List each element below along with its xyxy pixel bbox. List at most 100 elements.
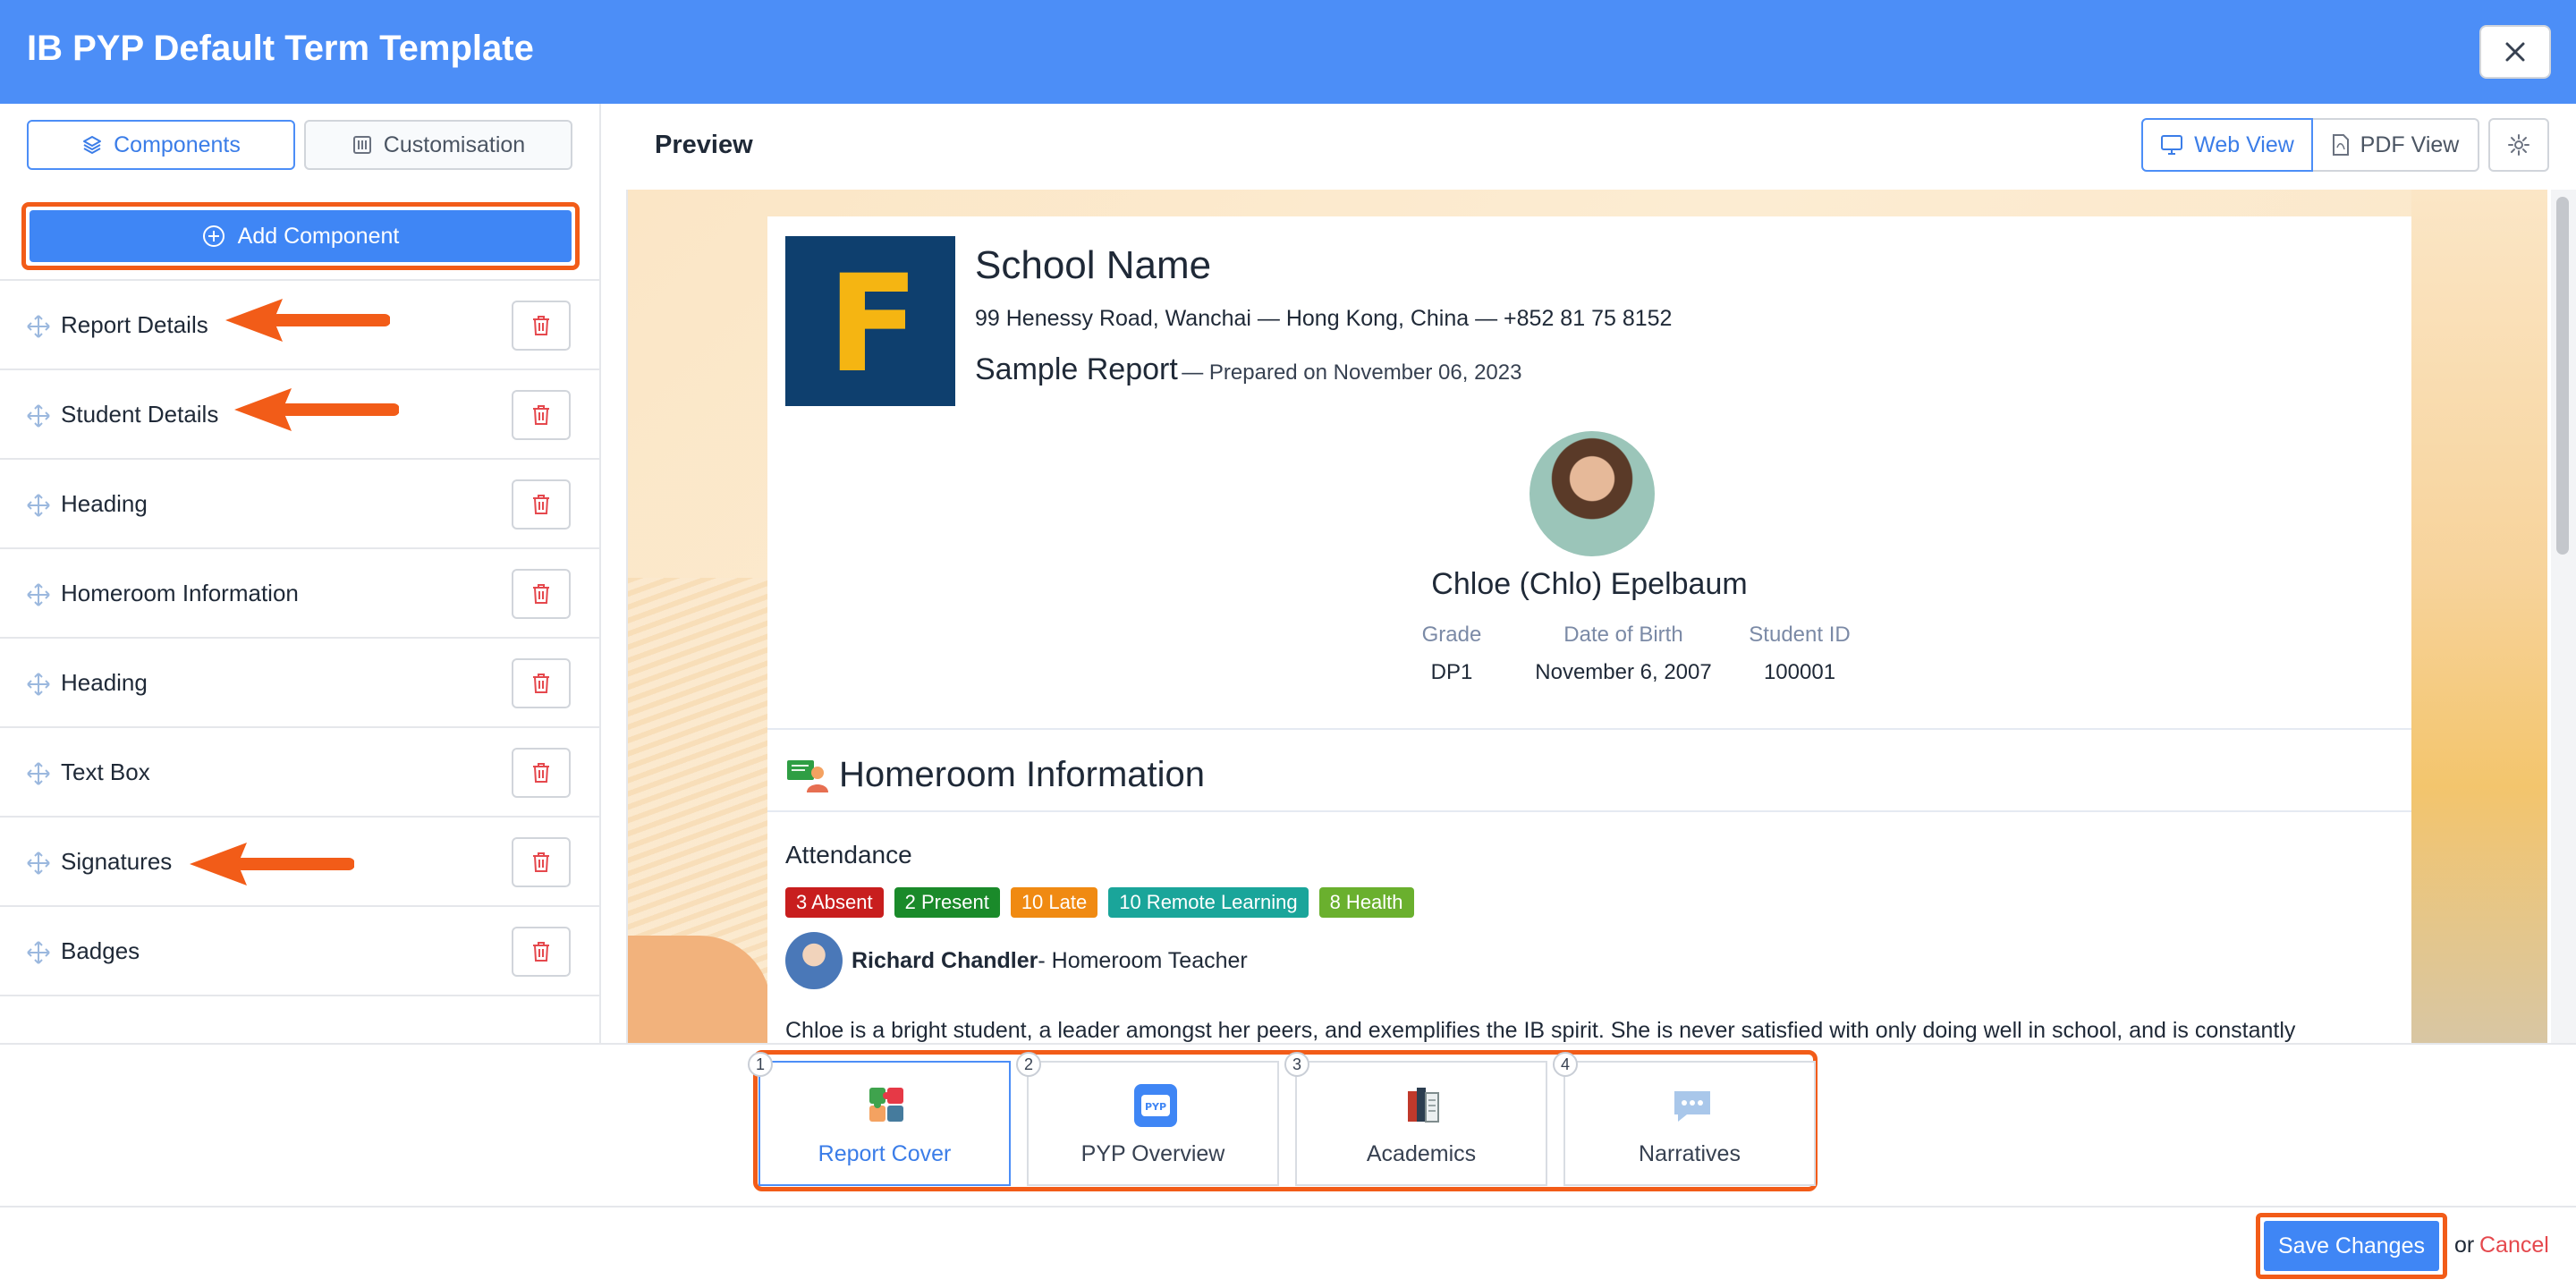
drag-handle-icon[interactable] (25, 313, 52, 340)
pdf-file-icon (2332, 134, 2349, 156)
delete-button[interactable] (512, 569, 571, 619)
school-name: School Name (975, 243, 1212, 287)
list-item[interactable]: Badges (0, 907, 599, 996)
drag-handle-icon[interactable] (25, 402, 52, 429)
speech-bubble-icon (1674, 1091, 1710, 1122)
section-divider (767, 810, 2411, 812)
report-title: Sample Report (975, 352, 1178, 386)
attendance-badge: 10 Late (1010, 887, 1098, 918)
page-tab-academics[interactable]: 3 Academics (1284, 1052, 1547, 1186)
teacher-line: Richard Chandler- Homeroom Teacher (785, 932, 1248, 989)
books-icon (1408, 1088, 1439, 1123)
teacher-board-icon (787, 759, 828, 792)
drag-handle-icon[interactable] (25, 760, 52, 787)
trash-icon (533, 763, 549, 783)
school-logo: F (785, 236, 955, 406)
page-number: 2 (1016, 1052, 1041, 1077)
page-tab-narratives[interactable]: 4 Narratives (1553, 1052, 1816, 1186)
page-tab-report-cover[interactable]: 1 Report Cover (748, 1052, 1011, 1186)
list-item[interactable]: Text Box (0, 728, 599, 818)
homeroom-heading: Homeroom Information (785, 755, 1205, 795)
page-number: 3 (1284, 1052, 1309, 1077)
preview-settings-button[interactable] (2488, 118, 2549, 172)
component-label: Text Box (61, 758, 150, 785)
list-item[interactable]: Heading (0, 639, 599, 728)
drag-handle-icon[interactable] (25, 939, 52, 966)
preview-title: Preview (655, 131, 753, 159)
delete-button[interactable] (512, 390, 571, 440)
page-tab-label: Narratives (1639, 1141, 1741, 1166)
layers-icon (83, 136, 102, 154)
grade-value: DP1 (1430, 660, 1473, 684)
component-label: Heading (61, 669, 148, 696)
save-changes-button[interactable]: Save Changes (2264, 1221, 2439, 1271)
student-avatar (1530, 431, 1655, 556)
page-tab-label: Report Cover (818, 1141, 952, 1166)
cancel-link[interactable]: Cancel (2479, 1233, 2549, 1258)
components-sidebar: Components Customisation Add Component R… (0, 104, 601, 1043)
annotation-arrow-icon (190, 843, 354, 886)
teacher-name: Richard Chandler (852, 947, 1038, 973)
modal-header: IB PYP Default Term Template (0, 0, 2576, 104)
delete-button[interactable] (512, 748, 571, 798)
delete-button[interactable] (512, 927, 571, 977)
report-preview[interactable]: F School Name 99 Henessy Road, Wanchai —… (626, 190, 2547, 1043)
dob-value: November 6, 2007 (1535, 660, 1712, 684)
drag-handle-icon[interactable] (25, 850, 52, 877)
component-label: Badges (61, 937, 140, 964)
report-page: F School Name 99 Henessy Road, Wanchai —… (767, 216, 2411, 1043)
background-decoration (2411, 190, 2547, 1043)
component-label: Student Details (61, 401, 219, 428)
close-button[interactable] (2479, 25, 2551, 79)
add-component-button[interactable]: Add Component (30, 210, 572, 262)
gear-icon (2508, 134, 2529, 156)
tab-customisation-label: Customisation (383, 131, 526, 157)
page-tab-pyp-overview[interactable]: 2 PYP PYP Overview (1016, 1052, 1279, 1186)
section-divider (767, 728, 2411, 730)
web-view-button[interactable]: Web View (2141, 118, 2313, 172)
page-number: 1 (748, 1052, 773, 1077)
attendance-badge: 2 Present (894, 887, 1000, 918)
page-tab-label: PYP Overview (1080, 1141, 1225, 1166)
report-title-line: Sample Report — Prepared on November 06,… (975, 352, 1521, 387)
attendance-badge: 8 Health (1318, 887, 1414, 918)
component-label: Homeroom Information (61, 580, 299, 606)
attendance-badges: 3 Absent 2 Present 10 Late 10 Remote Lea… (785, 887, 1414, 918)
student-id-label: Student ID (1749, 623, 1851, 647)
drag-handle-icon[interactable] (25, 671, 52, 698)
dob-label: Date of Birth (1563, 623, 1683, 647)
page-tab-label: Academics (1366, 1141, 1477, 1166)
attendance-badge: 3 Absent (785, 887, 884, 918)
teacher-role: - Homeroom Teacher (1038, 947, 1248, 973)
tab-components[interactable]: Components (27, 120, 295, 170)
trash-icon (533, 405, 549, 425)
component-label: Signatures (61, 848, 173, 875)
teacher-avatar (785, 932, 843, 989)
delete-button[interactable] (512, 658, 571, 708)
student-id-value: 100001 (1763, 660, 1836, 684)
tab-customisation[interactable]: Customisation (304, 120, 572, 170)
monitor-icon (2161, 135, 2183, 155)
list-item[interactable]: Homeroom Information (0, 549, 599, 639)
svg-text:PYP: PYP (1145, 1101, 1166, 1113)
delete-button[interactable] (512, 837, 571, 887)
tab-components-label: Components (114, 131, 241, 157)
preview-scrollbar-thumb[interactable] (2556, 197, 2569, 555)
delete-button[interactable] (512, 301, 571, 351)
puzzle-icon (869, 1088, 903, 1122)
delete-button[interactable] (512, 479, 571, 530)
drag-handle-icon[interactable] (25, 492, 52, 519)
trash-icon (533, 584, 549, 604)
list-item[interactable]: Heading (0, 460, 599, 549)
trash-icon (533, 495, 549, 514)
school-address: 99 Henessy Road, Wanchai — Hong Kong, Ch… (975, 306, 1673, 331)
svg-text:F: F (827, 254, 919, 388)
close-icon (2505, 42, 2525, 62)
pdf-view-button[interactable]: PDF View (2313, 118, 2479, 172)
component-label: Heading (61, 490, 148, 517)
save-highlight: Save Changes (2256, 1213, 2447, 1279)
pdf-view-label: PDF View (2360, 131, 2460, 157)
annotation-arrow-icon (225, 299, 390, 342)
attendance-title: Attendance (785, 841, 912, 869)
drag-handle-icon[interactable] (25, 581, 52, 608)
